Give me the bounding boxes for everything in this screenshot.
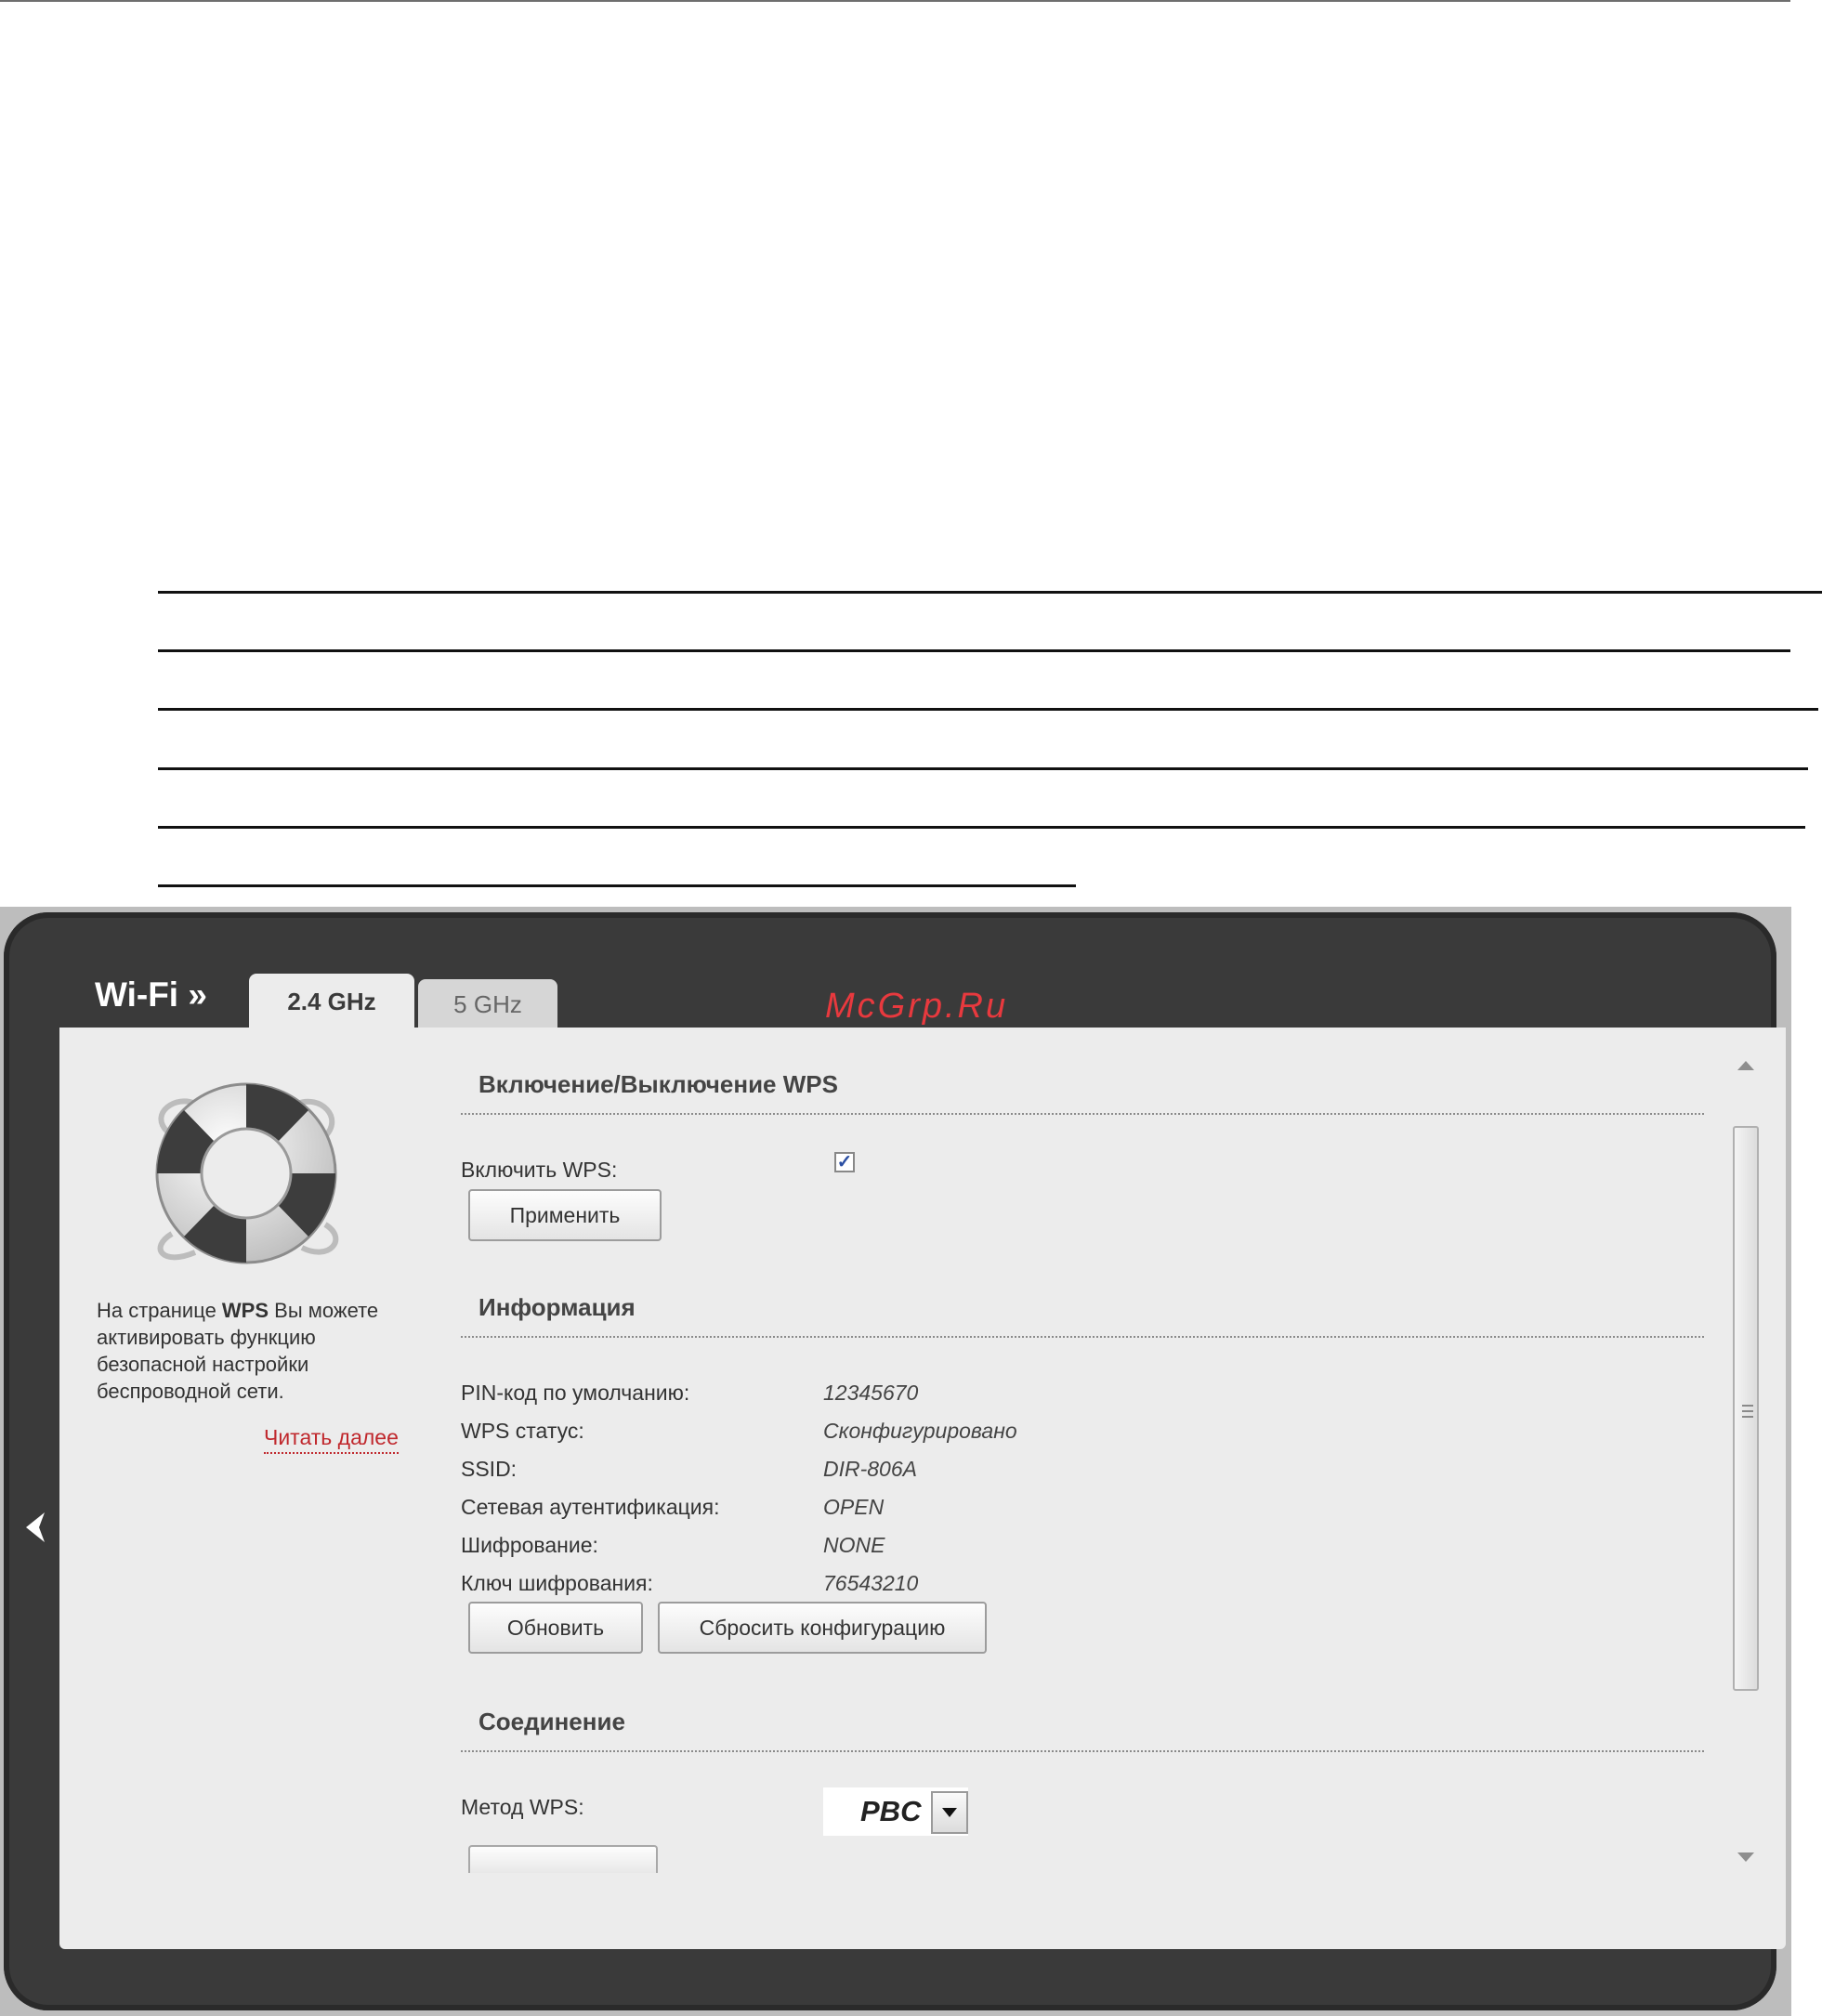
encryption-label: Шифрование: bbox=[461, 1533, 598, 1557]
connection-title: Соединение bbox=[478, 1708, 625, 1735]
wps-method-value: PBC bbox=[860, 1795, 922, 1827]
divider bbox=[461, 1750, 1704, 1752]
lifebuoy-icon bbox=[155, 1082, 339, 1264]
wps-status-label: WPS статус: bbox=[461, 1419, 584, 1443]
ssid-label: SSID: bbox=[461, 1457, 518, 1481]
wps-status-value: Сконфигурировано bbox=[823, 1419, 1017, 1443]
auth-label: Сетевая аутентификация: bbox=[461, 1495, 720, 1519]
chevron-down-icon[interactable] bbox=[931, 1791, 968, 1834]
encryption-key-value: 76543210 bbox=[823, 1571, 919, 1595]
read-more-link[interactable]: Читать далее bbox=[264, 1425, 399, 1454]
vertical-scrollbar[interactable] bbox=[1730, 1052, 1762, 1862]
tab-2-4-ghz[interactable]: 2.4 GHz bbox=[249, 974, 414, 1029]
document-line bbox=[158, 649, 1790, 652]
section-title: Wi-Fi » bbox=[95, 975, 207, 1014]
page-top-rule bbox=[0, 0, 1790, 2]
wps-method-label: Метод WPS: bbox=[461, 1795, 584, 1819]
wps-toggle-title: Включение/Выключение WPS bbox=[478, 1070, 838, 1098]
document-line bbox=[158, 708, 1818, 711]
divider bbox=[461, 1336, 1704, 1338]
wps-method-select[interactable]: PBC bbox=[823, 1787, 968, 1836]
scroll-down-icon[interactable] bbox=[1737, 1852, 1754, 1862]
apply-button[interactable]: Применить bbox=[468, 1189, 662, 1241]
enable-wps-label: Включить WPS: bbox=[461, 1158, 618, 1182]
pin-label: PIN-код по умолчанию: bbox=[461, 1381, 690, 1405]
divider bbox=[461, 1113, 1704, 1115]
watermark: McGrp.Ru bbox=[825, 987, 1009, 1026]
connect-button[interactable] bbox=[468, 1845, 658, 1873]
scrollbar-thumb[interactable] bbox=[1733, 1126, 1759, 1691]
ssid-value: DIR-806A bbox=[823, 1457, 917, 1481]
document-line bbox=[158, 884, 1076, 887]
refresh-button[interactable]: Обновить bbox=[468, 1602, 643, 1654]
grip-icon bbox=[1742, 1405, 1753, 1418]
document-line bbox=[158, 767, 1808, 770]
encryption-key-label: Ключ шифрования: bbox=[461, 1571, 653, 1595]
tab-5-ghz[interactable]: 5 GHz bbox=[418, 979, 557, 1029]
info-title: Информация bbox=[478, 1293, 636, 1321]
encryption-value: NONE bbox=[823, 1533, 885, 1557]
pin-value: 12345670 bbox=[823, 1381, 919, 1405]
enable-wps-checkbox[interactable]: ✓ bbox=[834, 1152, 855, 1172]
document-line bbox=[158, 591, 1822, 594]
scroll-up-icon[interactable] bbox=[1737, 1061, 1754, 1070]
chevron-left-icon[interactable] bbox=[19, 1507, 50, 1548]
document-line bbox=[158, 826, 1805, 829]
reset-config-button[interactable]: Сбросить конфигурацию bbox=[658, 1602, 987, 1654]
help-text: На странице WPS Вы можете активировать ф… bbox=[97, 1299, 379, 1403]
auth-value: OPEN bbox=[823, 1495, 885, 1519]
